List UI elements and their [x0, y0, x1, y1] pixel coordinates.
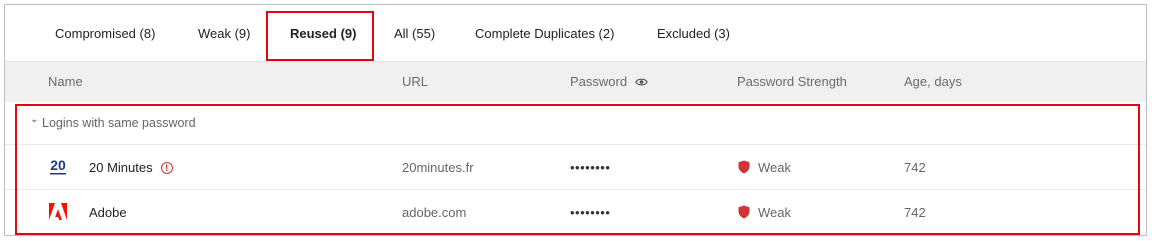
- tab-compromised[interactable]: Compromised (8): [55, 5, 155, 62]
- column-header-password: Password: [570, 62, 648, 102]
- column-header-password-label[interactable]: Password: [570, 74, 627, 89]
- eye-icon[interactable]: [634, 77, 648, 87]
- tab-bar: Compromised (8) Weak (9) Reused (9) All …: [5, 5, 1146, 62]
- column-header-age[interactable]: Age, days: [904, 62, 962, 102]
- tab-all[interactable]: All (55): [394, 5, 435, 62]
- tab-complete-duplicates[interactable]: Complete Duplicates (2): [475, 5, 614, 62]
- column-header-name[interactable]: Name: [48, 62, 83, 102]
- column-header-strength[interactable]: Password Strength: [737, 62, 847, 102]
- table-header: Name URL Password Password Strength Age,…: [5, 62, 1146, 102]
- rows-highlight: [15, 104, 1140, 235]
- tab-weak[interactable]: Weak (9): [198, 5, 251, 62]
- password-manager-panel: Compromised (8) Weak (9) Reused (9) All …: [4, 4, 1147, 236]
- column-header-url[interactable]: URL: [402, 62, 428, 102]
- tab-excluded[interactable]: Excluded (3): [657, 5, 730, 62]
- active-tab-highlight: [266, 11, 374, 61]
